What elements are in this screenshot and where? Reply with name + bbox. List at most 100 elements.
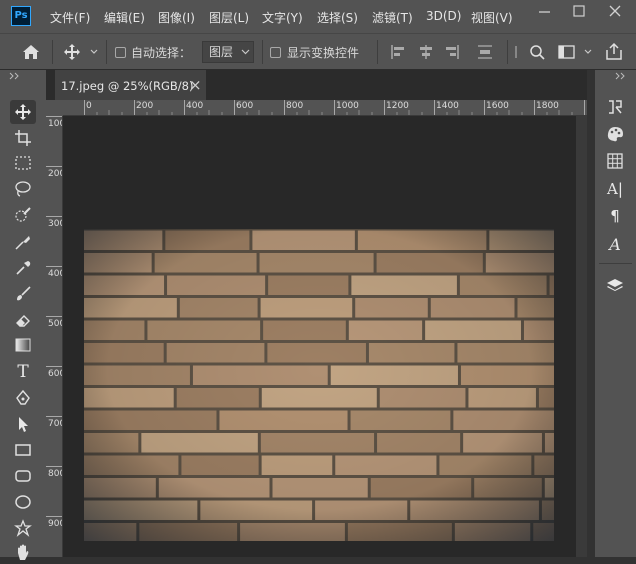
type-tool[interactable]: T xyxy=(10,360,36,384)
options-bar: 自动选择： 图层 显示变换控件 xyxy=(0,33,636,70)
align-right-button[interactable] xyxy=(443,43,461,65)
home-button[interactable] xyxy=(21,43,41,65)
paragraph-panel-button[interactable]: ¶ xyxy=(602,205,628,227)
menu-view[interactable]: 视图(V) xyxy=(471,9,513,26)
separator xyxy=(507,40,508,64)
collapse-panel-icon[interactable] xyxy=(9,72,21,80)
horizontal-ruler[interactable]: 0 200 400 600 800 1000 1200 1400 1600 18… xyxy=(63,100,587,116)
move-icon xyxy=(15,104,31,120)
maximize-button[interactable] xyxy=(564,0,594,24)
eraser-tool[interactable] xyxy=(10,308,36,332)
ruler-origin[interactable] xyxy=(46,100,63,116)
menu-bar: Ps 文件(F) 编辑(E) 图像(I) 图层(L) 文字(Y) 选择(S) 滤… xyxy=(0,0,636,33)
document-tabbar: 17.jpeg @ 25%(RGB/8) × xyxy=(55,70,587,100)
vertical-scrollbar[interactable] xyxy=(576,116,587,557)
search-button[interactable] xyxy=(514,43,548,65)
menu-type[interactable]: 文字(Y) xyxy=(262,9,303,26)
gradient-tool[interactable] xyxy=(10,333,36,357)
close-window-button[interactable] xyxy=(600,0,630,24)
eraser-icon xyxy=(16,315,30,327)
ruler-label: 300 xyxy=(48,219,62,229)
auto-select-checkbox[interactable] xyxy=(115,47,126,58)
chevron-down-icon xyxy=(241,49,250,55)
close-icon xyxy=(609,5,621,17)
menu-edit[interactable]: 编辑(E) xyxy=(104,9,145,26)
layers-panel-button[interactable] xyxy=(602,275,628,297)
ruler-label: 0 xyxy=(86,101,92,111)
brick-wall-photo xyxy=(84,229,554,541)
distribute-icon xyxy=(478,45,492,59)
move-tool-preset[interactable] xyxy=(63,43,103,65)
document-tab-title: 17.jpeg @ 25%(RGB/8) xyxy=(61,79,194,93)
menu-image[interactable]: 图像(I) xyxy=(158,9,195,26)
type-icon: T xyxy=(17,362,29,382)
quick-selection-icon xyxy=(15,207,31,222)
ruler-label: 1400 xyxy=(436,101,459,111)
move-icon xyxy=(64,44,98,60)
rounded-rectangle-tool[interactable] xyxy=(10,464,36,488)
character-panel-button[interactable]: A | xyxy=(602,178,628,200)
show-transform-controls-checkbox[interactable] xyxy=(270,47,281,58)
rectangle-icon xyxy=(15,444,31,456)
align-horizontal-centers-button[interactable] xyxy=(417,43,435,65)
ruler-label: 400 xyxy=(48,269,62,279)
minimize-icon xyxy=(539,11,550,13)
brush-tool[interactable] xyxy=(10,282,36,306)
glyphs-panel-button[interactable]: A xyxy=(602,233,628,255)
workspace-button[interactable] xyxy=(556,43,596,65)
hand-tool[interactable] xyxy=(10,540,36,564)
layers-icon xyxy=(607,279,623,291)
rounded-rectangle-icon xyxy=(15,470,31,482)
dropdown-value: 图层 xyxy=(209,45,234,59)
lasso-tool[interactable] xyxy=(10,177,36,201)
collapse-panels-icon[interactable] xyxy=(615,72,627,80)
document-canvas-image[interactable] xyxy=(84,229,554,541)
document-tab[interactable]: 17.jpeg @ 25%(RGB/8) × xyxy=(55,70,206,100)
align-left-button[interactable] xyxy=(389,43,407,65)
history-panel-button[interactable] xyxy=(602,96,628,118)
auto-select-target-dropdown[interactable]: 图层 xyxy=(202,41,254,63)
color-panel-button[interactable] xyxy=(602,123,628,145)
ellipse-tool[interactable] xyxy=(10,490,36,514)
align-left-edges-icon xyxy=(391,45,404,59)
ellipse-icon xyxy=(15,495,31,509)
minimize-button[interactable] xyxy=(530,0,560,24)
grid-swatches-icon xyxy=(607,153,623,169)
artboard-tool[interactable] xyxy=(10,126,36,150)
path-selection-tool[interactable] xyxy=(10,412,36,436)
align-horizontal-centers-icon xyxy=(420,45,432,59)
auto-select-label: 自动选择： xyxy=(131,46,192,60)
crop-icon xyxy=(15,236,30,250)
separator xyxy=(377,40,378,64)
marquee-tool[interactable] xyxy=(10,151,36,175)
rectangle-tool[interactable] xyxy=(10,438,36,462)
crop-tool[interactable] xyxy=(10,230,36,254)
artboard-icon xyxy=(15,130,31,146)
custom-shape-tool[interactable] xyxy=(10,516,36,540)
distribute-button[interactable] xyxy=(476,43,494,65)
vertical-ruler[interactable]: 100 200 300 400 500 600 700 800 900 xyxy=(46,116,63,557)
menu-3d[interactable]: 3D(D) xyxy=(426,9,461,23)
show-transform-controls-label: 显示变换控件 xyxy=(287,46,360,60)
hand-icon xyxy=(18,544,29,560)
ruler-label: 200 xyxy=(136,101,154,111)
menu-layer[interactable]: 图层(L) xyxy=(209,9,249,26)
workspace-layout-icon xyxy=(558,45,592,59)
quick-selection-tool[interactable] xyxy=(10,203,36,227)
pen-tool[interactable] xyxy=(10,386,36,410)
history-icon xyxy=(609,100,622,114)
photoshop-logo[interactable]: Ps xyxy=(11,6,31,26)
move-tool[interactable] xyxy=(10,100,36,124)
ruler-label: 400 xyxy=(186,101,204,111)
tab-close-icon[interactable]: × xyxy=(189,76,202,94)
menu-file[interactable]: 文件(F) xyxy=(50,9,90,26)
menu-filter[interactable]: 滤镜(T) xyxy=(372,9,413,26)
share-button[interactable] xyxy=(604,42,624,66)
menu-select[interactable]: 选择(S) xyxy=(317,9,358,26)
eyedropper-tool[interactable] xyxy=(10,256,36,280)
ruler-ticks xyxy=(46,116,62,517)
ruler-label: 1600 xyxy=(486,101,509,111)
ruler-label: 200 xyxy=(48,169,62,179)
panels-strip: A | ¶ A xyxy=(595,70,636,557)
swatches-panel-button[interactable] xyxy=(602,150,628,172)
